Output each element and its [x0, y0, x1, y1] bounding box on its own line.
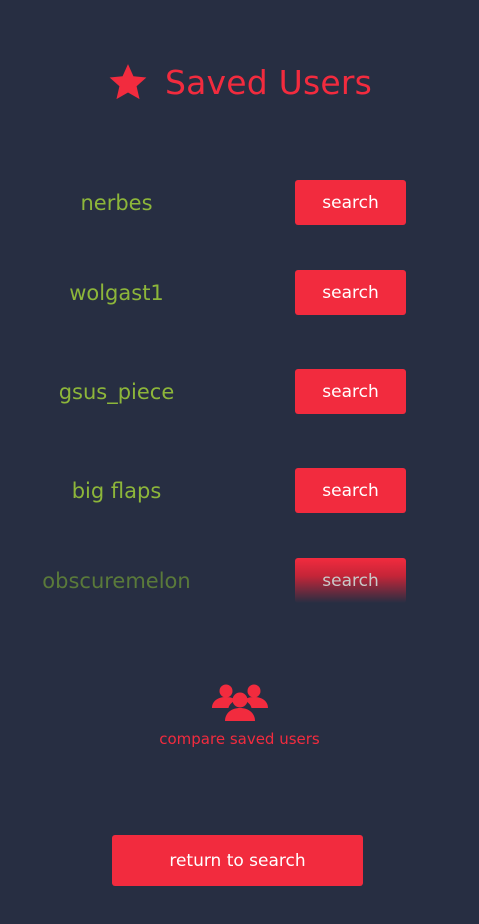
user-row: wolgast1 search	[0, 270, 479, 316]
username: nerbes	[80, 191, 153, 215]
saved-user-list: nerbes search wolgast1 search gsus_piece…	[0, 0, 479, 620]
username: gsus_piece	[58, 380, 175, 404]
user-row: gsus_piece search	[0, 369, 479, 415]
username: obscuremelon	[42, 569, 191, 593]
search-user-button[interactable]: search	[295, 180, 406, 225]
search-user-button[interactable]: search	[295, 558, 406, 603]
user-row: obscuremelon search	[0, 558, 479, 604]
saved-users-page: Saved Users nerbes search wolgast1 searc…	[0, 0, 479, 924]
user-row: nerbes search	[0, 180, 479, 226]
users-group-icon	[211, 684, 268, 721]
search-user-button[interactable]: search	[295, 468, 406, 513]
user-row: big flaps search	[0, 468, 479, 514]
search-user-button[interactable]: search	[295, 369, 406, 414]
search-user-button[interactable]: search	[295, 270, 406, 315]
username: big flaps	[71, 479, 162, 503]
username: wolgast1	[69, 281, 164, 305]
return-to-search-button[interactable]: return to search	[112, 835, 363, 886]
compare-saved-users-link[interactable]: compare saved users	[0, 680, 479, 748]
compare-label: compare saved users	[159, 730, 320, 748]
